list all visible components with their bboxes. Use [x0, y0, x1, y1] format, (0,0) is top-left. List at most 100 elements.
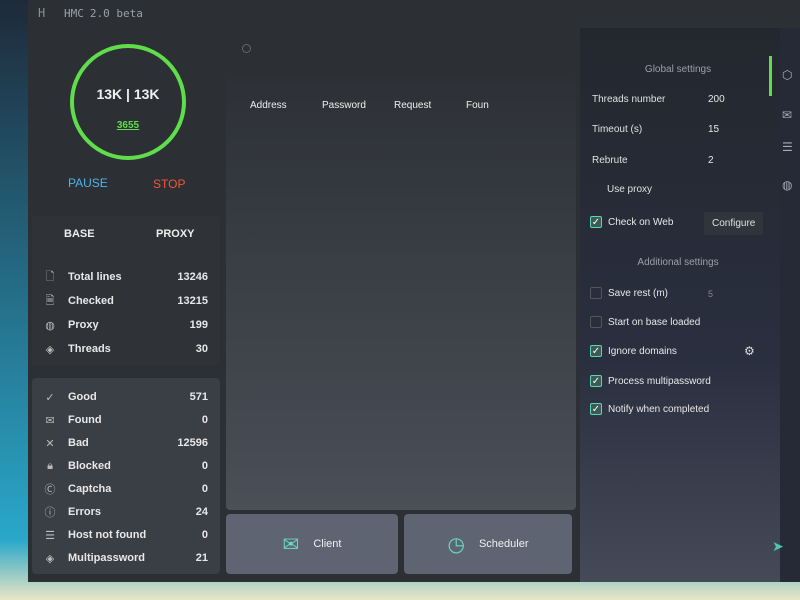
start-on-base-checkbox[interactable]: Start on base loaded: [590, 316, 700, 328]
stat-row: ⓘ Errors 24: [42, 503, 209, 521]
file-check-icon: 🗎: [45, 294, 55, 307]
stat-value: 0: [201, 414, 208, 426]
stat-label: Captcha: [68, 483, 112, 495]
app-window: H HMC 2.0 beta 13K | 13K 3655 PAUSE STOP …: [28, 0, 800, 582]
stat-label: Blocked: [68, 460, 111, 472]
column-header-password[interactable]: Password: [322, 100, 366, 111]
stat-label: Total lines: [68, 271, 122, 283]
title-bar: H HMC 2.0 beta: [28, 0, 800, 28]
stat-label: Checked: [68, 295, 114, 307]
global-settings-title: Global settings: [644, 64, 712, 75]
stat-value: 12596: [177, 437, 208, 449]
server-icon: ☰: [45, 529, 55, 542]
scheduler-label: Scheduler: [478, 538, 529, 550]
notify-box[interactable]: ✓: [590, 403, 602, 415]
timeout-label: Timeout (s): [592, 124, 643, 135]
check-icon: ✓: [45, 391, 55, 404]
save-rest-value[interactable]: 5: [708, 289, 713, 299]
settings-nav-icon[interactable]: ⬡: [782, 68, 792, 82]
progress-sub: 3655: [116, 120, 140, 131]
clock-icon: ◷: [447, 533, 465, 556]
configure-button[interactable]: Configure: [704, 212, 764, 235]
check-on-web-checkbox[interactable]: ✓ Check on Web: [590, 216, 673, 228]
stat-value: 24: [195, 506, 208, 518]
stat-value: 13215: [177, 295, 208, 307]
stat-label: Multipassword: [68, 552, 146, 564]
stat-row: ✓ Good 571: [42, 388, 208, 406]
left-panel: 13K | 13K 3655 PAUSE STOP BASE PROXY 🗋 To…: [28, 28, 222, 582]
stat-label: Host not found: [68, 529, 147, 541]
stat-label: Proxy: [68, 319, 99, 331]
notify-checkbox[interactable]: ✓ Notify when completed: [590, 403, 709, 415]
save-rest-label: Save rest (m): [608, 287, 669, 299]
send-icon[interactable]: ➤: [772, 538, 784, 555]
threads-label: Threads number: [592, 94, 666, 105]
results-table: Address Password Request Foun: [226, 78, 576, 510]
timeout-input[interactable]: [708, 124, 748, 135]
mail-nav-icon[interactable]: ✉: [782, 108, 792, 122]
stat-value: 30: [195, 343, 208, 355]
stat-row: ◈ Threads 30: [42, 340, 208, 358]
rebrute-label: Rebrute: [592, 155, 628, 166]
stat-label: Threads: [68, 343, 111, 355]
client-label: Client: [313, 538, 342, 550]
stat-row: 🗋 Total lines 13246: [42, 268, 208, 286]
threads-input[interactable]: [708, 94, 748, 105]
x-icon: ✕: [45, 437, 55, 450]
stat-row: ✕ Bad 12596: [42, 434, 208, 452]
stat-value: 0: [201, 529, 208, 541]
notify-label: Notify when completed: [608, 403, 710, 415]
process-multipassword-checkbox[interactable]: ✓ Process multipassword: [590, 375, 711, 387]
save-rest-checkbox[interactable]: Save rest (m): [590, 287, 668, 299]
progress-ring: 13K | 13K 3655: [70, 44, 186, 160]
process-multipassword-label: Process multipassword: [608, 375, 711, 387]
column-header-address[interactable]: Address: [250, 100, 287, 111]
progress-main: 13K | 13K: [96, 86, 160, 102]
stat-row: 🗎 Checked 13215: [42, 292, 208, 310]
file-icon: 🗋: [45, 270, 55, 283]
column-header-request[interactable]: Request: [394, 100, 431, 111]
check-on-web-box[interactable]: ✓: [590, 216, 602, 228]
start-on-base-box[interactable]: [590, 316, 602, 328]
stat-label: Bad: [68, 437, 89, 449]
stat-row: ☰ Host not found 0: [42, 526, 208, 544]
stat-label: Errors: [68, 506, 102, 518]
gear-icon[interactable]: ⚙: [744, 344, 755, 358]
process-multipassword-box[interactable]: ✓: [590, 375, 602, 387]
stat-label: Found: [68, 414, 102, 426]
use-proxy-label: Use proxy: [607, 184, 653, 195]
ignore-domains-label: Ignore domains: [608, 345, 677, 357]
stop-button[interactable]: STOP: [153, 177, 185, 191]
client-button[interactable]: ✉ Client: [226, 514, 398, 574]
start-on-base-label: Start on base loaded: [608, 316, 701, 328]
stat-value: 13246: [177, 271, 208, 283]
app-version: 2.0 beta: [89, 7, 143, 20]
database-nav-icon[interactable]: ☰: [782, 140, 793, 154]
scheduler-button[interactable]: ◷ Scheduler: [404, 514, 572, 574]
side-nav: ⬡ ✉ ☰ ◍: [769, 28, 800, 582]
app-name: HMC: [64, 7, 84, 20]
search-input[interactable]: [234, 38, 574, 62]
rebrute-input[interactable]: [708, 155, 748, 166]
tab-base[interactable]: BASE: [64, 228, 95, 240]
ignore-domains-box[interactable]: ✓: [590, 345, 602, 357]
mail-plus-icon: ✉: [282, 533, 300, 556]
stat-row: 🔒︎ Blocked 0: [42, 457, 208, 475]
ignore-domains-checkbox[interactable]: ✓ Ignore domains: [590, 345, 677, 357]
lock-icon: 🔒︎: [47, 459, 53, 472]
stat-value: 0: [201, 483, 208, 495]
globe-nav-icon[interactable]: ◍: [782, 178, 792, 192]
pause-button[interactable]: PAUSE: [68, 176, 108, 190]
save-rest-box[interactable]: [590, 287, 602, 299]
nav-active-indicator: [769, 56, 772, 96]
globe-icon: ◍: [45, 319, 55, 332]
stat-row: ◈ Multipassword 21: [42, 549, 208, 567]
stat-value: 199: [189, 319, 208, 331]
results-card: ✓ Good 571 ✉ Found 0 ✕ Bad 12596 🔒︎ Blocked 0 Ⓒ Captc…: [32, 378, 220, 574]
stat-value: 21: [195, 552, 208, 564]
layers-icon: ◈: [45, 552, 55, 565]
column-header-found[interactable]: Foun: [466, 100, 489, 111]
app-title: HMC 2.0 beta: [64, 7, 143, 20]
tab-proxy[interactable]: PROXY: [156, 228, 195, 240]
alert-icon: ⓘ: [44, 507, 56, 519]
